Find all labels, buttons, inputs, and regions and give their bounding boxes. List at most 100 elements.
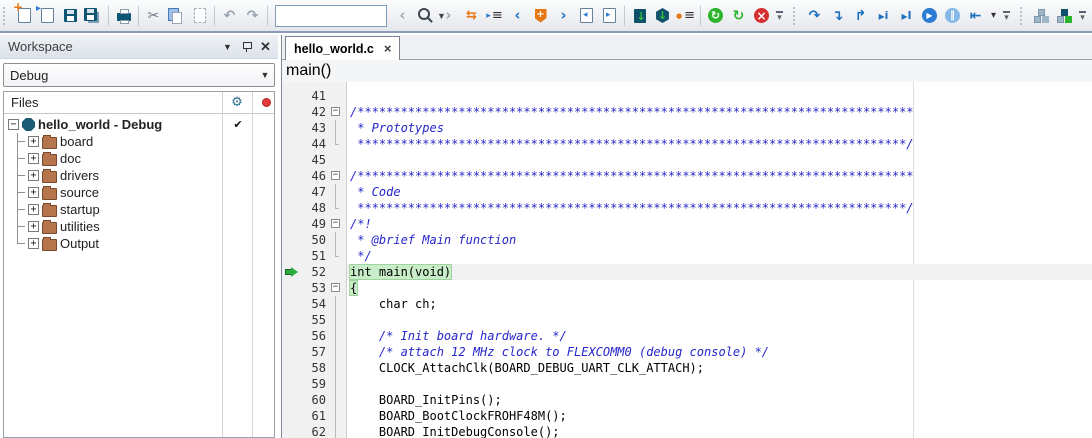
toolbar-overflow-button[interactable] bbox=[1076, 4, 1089, 28]
expand-toggle[interactable]: + bbox=[28, 153, 39, 164]
breakpoint-margin[interactable] bbox=[282, 376, 300, 392]
breakpoint-margin[interactable] bbox=[282, 328, 300, 344]
code-text[interactable]: BOARD_InitDebugConsole(); bbox=[346, 424, 560, 438]
next-bookmark-button[interactable]: › bbox=[552, 4, 575, 28]
breakpoint-margin[interactable] bbox=[282, 248, 300, 264]
code-line-55[interactable]: 55 bbox=[282, 312, 1092, 328]
code-line-60[interactable]: 60 BOARD_InitPins(); bbox=[282, 392, 1092, 408]
code-text[interactable]: /* Init board hardware. */ bbox=[346, 328, 567, 344]
breakpoint-margin[interactable] bbox=[282, 88, 300, 104]
find-next-button[interactable]: › bbox=[437, 4, 460, 28]
undo-button[interactable]: ↶ bbox=[218, 4, 241, 28]
code-text[interactable]: char ch; bbox=[346, 296, 437, 312]
code-text[interactable]: * Prototypes bbox=[346, 120, 444, 136]
redo-button[interactable]: ↷ bbox=[241, 4, 264, 28]
paste-button[interactable] bbox=[188, 4, 211, 28]
toolbar-overflow-button[interactable] bbox=[1000, 4, 1013, 28]
code-text[interactable]: * Code bbox=[346, 184, 401, 200]
code-line-49[interactable]: 49−/*! bbox=[282, 216, 1092, 232]
bookmark-list-button[interactable] bbox=[483, 4, 506, 28]
expand-toggle[interactable]: + bbox=[28, 204, 39, 215]
code-text[interactable] bbox=[346, 152, 350, 168]
expand-toggle[interactable]: + bbox=[28, 170, 39, 181]
reset-button[interactable]: ↻ bbox=[727, 4, 750, 28]
code-line-43[interactable]: 43 * Prototypes bbox=[282, 120, 1092, 136]
breakpoint-margin[interactable] bbox=[282, 120, 300, 136]
download-button[interactable] bbox=[628, 4, 651, 28]
breakpoint-margin[interactable] bbox=[282, 296, 300, 312]
tree-item-startup[interactable]: +startup bbox=[4, 201, 274, 218]
code-line-50[interactable]: 50 * @brief Main function bbox=[282, 232, 1092, 248]
breakpoint-margin[interactable] bbox=[282, 136, 300, 152]
cpu-reset-button[interactable]: ⇤ bbox=[964, 4, 987, 28]
open-file-button[interactable] bbox=[36, 4, 59, 28]
code-line-59[interactable]: 59 bbox=[282, 376, 1092, 392]
code-line-53[interactable]: 53−{ bbox=[282, 280, 1092, 296]
code-text[interactable]: */ bbox=[346, 248, 372, 264]
breakpoint-margin[interactable] bbox=[282, 312, 300, 328]
step-into-button[interactable]: ↴ bbox=[826, 4, 849, 28]
workspace-close-button[interactable]: ✕ bbox=[257, 38, 274, 55]
go-options-dropdown[interactable]: ▾ bbox=[987, 4, 1000, 28]
cut-button[interactable]: ✂ bbox=[142, 4, 165, 28]
gear-icon[interactable]: ⚙ bbox=[225, 95, 249, 110]
toolbar-overflow-button[interactable] bbox=[773, 4, 786, 28]
expand-toggle[interactable]: + bbox=[28, 187, 39, 198]
expand-toggle[interactable]: − bbox=[8, 119, 19, 130]
code-text[interactable] bbox=[346, 312, 350, 328]
breakpoint-margin[interactable] bbox=[282, 152, 300, 168]
code-text[interactable] bbox=[346, 376, 350, 392]
breakpoint-margin[interactable] bbox=[282, 424, 300, 438]
code-text[interactable]: CLOCK_AttachClk(BOARD_DEBUG_UART_CLK_ATT… bbox=[346, 360, 704, 376]
go-button[interactable] bbox=[918, 4, 941, 28]
save-button[interactable] bbox=[59, 4, 82, 28]
tree-item-source[interactable]: +source bbox=[4, 184, 274, 201]
code-line-42[interactable]: 42−/************************************… bbox=[282, 104, 1092, 120]
breakpoint-margin[interactable] bbox=[282, 200, 300, 216]
run-to-cursor-button[interactable] bbox=[895, 4, 918, 28]
navigate-forward-button[interactable] bbox=[598, 4, 621, 28]
stack-add-button[interactable] bbox=[1053, 4, 1076, 28]
code-line-41[interactable]: 41 bbox=[282, 88, 1092, 104]
tree-item-output[interactable]: +Output bbox=[4, 235, 274, 252]
expand-toggle[interactable]: + bbox=[28, 221, 39, 232]
code-text[interactable]: { bbox=[346, 280, 357, 296]
tab-close-icon[interactable]: × bbox=[384, 42, 392, 55]
code-line-45[interactable]: 45 bbox=[282, 152, 1092, 168]
breakpoint-margin[interactable] bbox=[282, 104, 300, 120]
previous-bookmark-button[interactable]: ‹ bbox=[506, 4, 529, 28]
step-out-button[interactable]: ↱ bbox=[849, 4, 872, 28]
fold-toggle[interactable]: − bbox=[331, 219, 340, 228]
code-line-48[interactable]: 48 *************************************… bbox=[282, 200, 1092, 216]
expand-toggle[interactable]: + bbox=[28, 136, 39, 147]
live-watch-button[interactable] bbox=[674, 4, 697, 28]
copy-button[interactable] bbox=[165, 4, 188, 28]
stop-debugging-button[interactable] bbox=[750, 4, 773, 28]
code-text[interactable]: BOARD_BootClockFROHF48M(); bbox=[346, 408, 567, 424]
find-button[interactable] bbox=[414, 4, 437, 28]
fold-toggle[interactable]: − bbox=[331, 171, 340, 180]
code-text[interactable]: /***************************************… bbox=[346, 168, 914, 184]
download-and-debug-button[interactable] bbox=[651, 4, 674, 28]
breakpoint-margin[interactable] bbox=[282, 392, 300, 408]
code-text[interactable]: ****************************************… bbox=[346, 200, 914, 216]
code-line-54[interactable]: 54 char ch; bbox=[282, 296, 1092, 312]
code-area[interactable]: 4142−/**********************************… bbox=[282, 82, 1092, 438]
code-text[interactable]: /***************************************… bbox=[346, 104, 914, 120]
code-text[interactable]: /* attach 12 MHz clock to FLEXCOMM0 (deb… bbox=[346, 344, 769, 360]
code-line-62[interactable]: 62 BOARD_InitDebugConsole(); bbox=[282, 424, 1092, 438]
breakpoint-margin[interactable] bbox=[282, 184, 300, 200]
new-document-button[interactable] bbox=[13, 4, 36, 28]
code-text[interactable]: ****************************************… bbox=[346, 136, 914, 152]
breakpoint-margin[interactable] bbox=[282, 360, 300, 376]
restart-debugger-button[interactable] bbox=[704, 4, 727, 28]
workspace-menu-button[interactable]: ▼ bbox=[219, 38, 236, 55]
tree-item-utilities[interactable]: +utilities bbox=[4, 218, 274, 235]
breakpoint-margin[interactable] bbox=[282, 216, 300, 232]
code-line-61[interactable]: 61 BOARD_BootClockFROHF48M(); bbox=[282, 408, 1092, 424]
code-text[interactable]: * @brief Main function bbox=[346, 232, 516, 248]
code-text[interactable]: /*! bbox=[346, 216, 372, 232]
code-line-52[interactable]: 52int main(void) bbox=[282, 264, 1092, 280]
code-line-51[interactable]: 51 */ bbox=[282, 248, 1092, 264]
fold-toggle[interactable]: − bbox=[331, 107, 340, 116]
